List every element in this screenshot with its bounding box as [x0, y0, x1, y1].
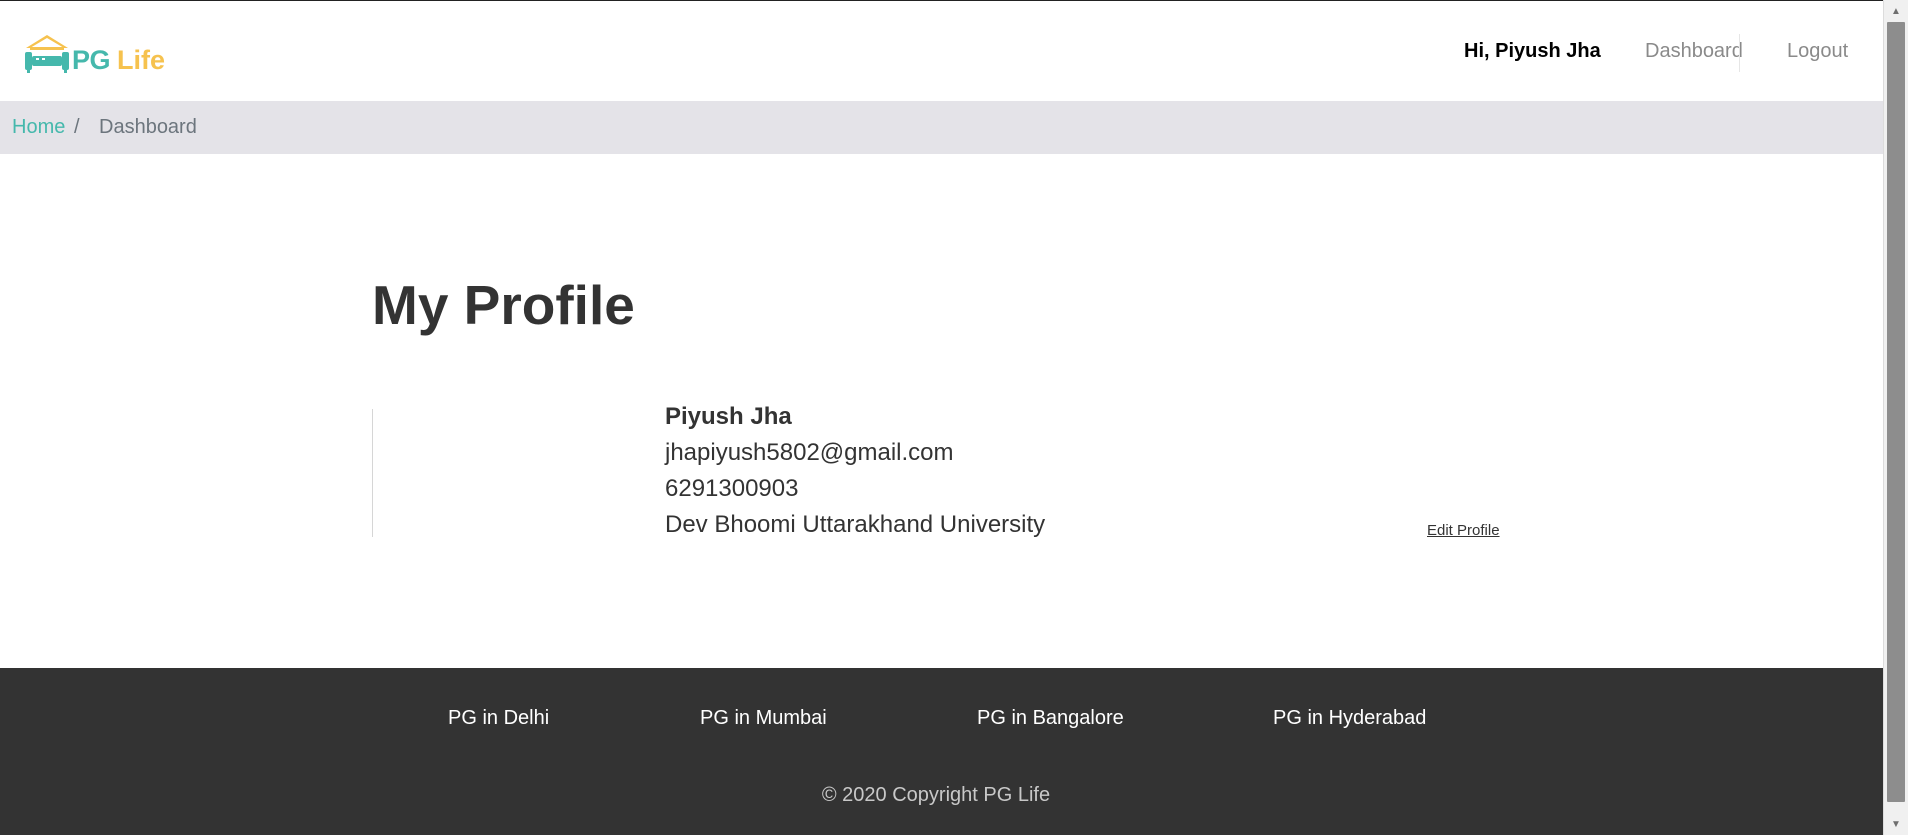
profile-college: Dev Bhoomi Uttarakhand University [665, 511, 1046, 538]
nav-logout-link[interactable]: Logout [1787, 40, 1848, 63]
scrollbar-thumb[interactable] [1887, 22, 1905, 802]
scroll-up-arrow-icon[interactable]: ▲ [1884, 2, 1908, 20]
site-logo[interactable]: PG Life [22, 32, 172, 78]
vertical-scrollbar[interactable]: ▲ ▼ [1883, 0, 1908, 835]
logo-text-life: Life [117, 45, 166, 75]
footer-link-hyderabad[interactable]: PG in Hyderabad [1273, 707, 1426, 730]
nav-divider [1739, 34, 1740, 72]
breadcrumb: Home / Dashboard [0, 101, 1883, 154]
breadcrumb-home-link[interactable]: Home [12, 116, 65, 139]
page-title: My Profile [372, 274, 635, 336]
site-header: PG Life Hi, Piyush Jha Dashboard Logout [0, 2, 1883, 101]
footer-link-mumbai[interactable]: PG in Mumbai [700, 707, 827, 730]
house-bed-icon [25, 35, 69, 73]
profile-image-placeholder [372, 409, 373, 537]
breadcrumb-separator: / [74, 116, 80, 138]
edit-profile-link[interactable]: Edit Profile [1427, 522, 1500, 539]
breadcrumb-current: Dashboard [99, 116, 197, 138]
profile-email: jhapiyush5802@gmail.com [665, 439, 954, 466]
scroll-down-arrow-icon[interactable]: ▼ [1884, 815, 1908, 833]
footer-link-delhi[interactable]: PG in Delhi [448, 707, 549, 730]
logo-text-pg: PG [72, 45, 111, 75]
profile-name: Piyush Jha [665, 403, 792, 430]
site-footer: PG in Delhi PG in Mumbai PG in Bangalore… [0, 668, 1883, 835]
page-viewport: PG Life Hi, Piyush Jha Dashboard Logout … [0, 0, 1883, 835]
nav-dashboard-link[interactable]: Dashboard [1645, 40, 1743, 63]
footer-copyright: © 2020 Copyright PG Life [821, 784, 1051, 806]
footer-link-bangalore[interactable]: PG in Bangalore [977, 707, 1124, 730]
profile-phone: 6291300903 [665, 475, 799, 502]
user-greeting: Hi, Piyush Jha [1464, 40, 1601, 62]
